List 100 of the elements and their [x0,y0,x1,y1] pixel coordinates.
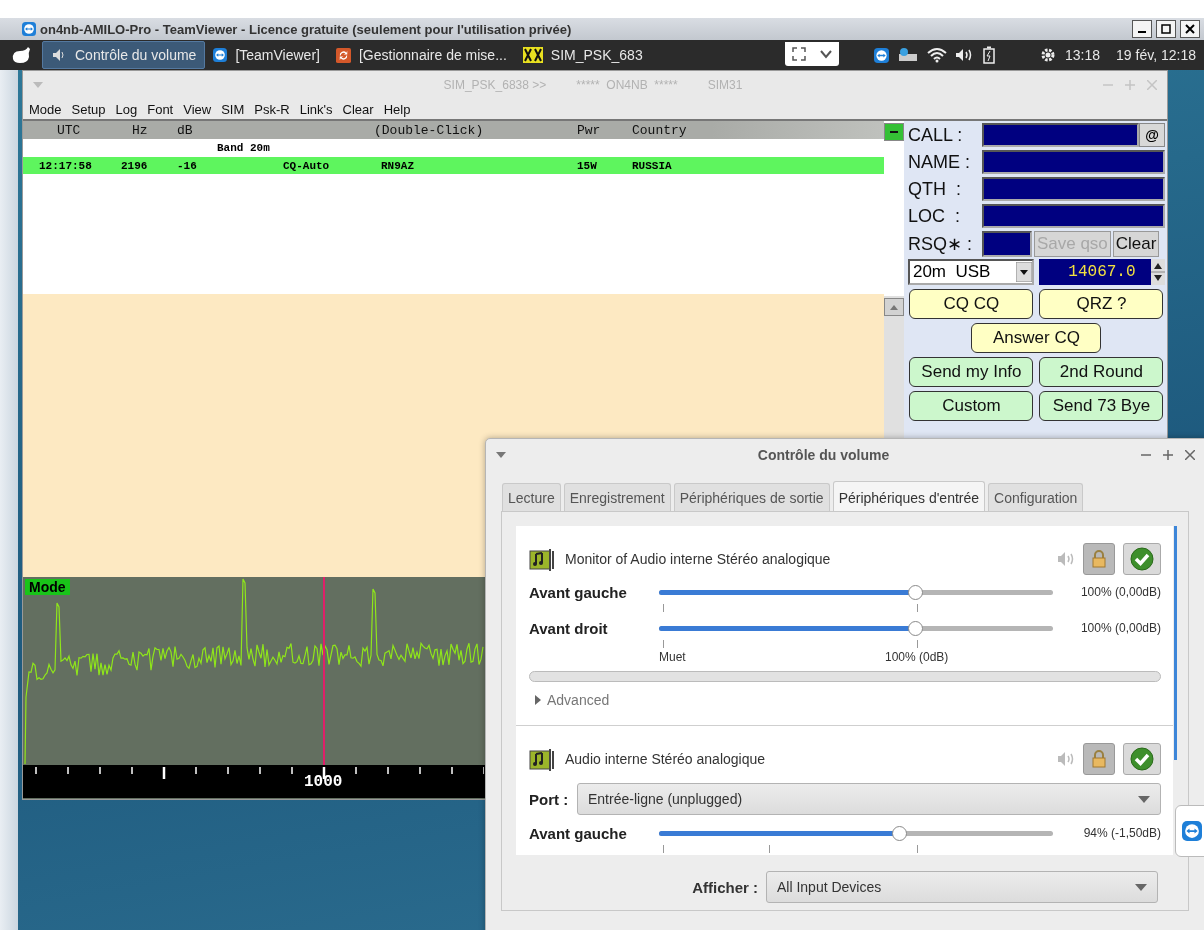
tab[interactable]: Configuration [988,483,1084,511]
minus-icon [889,131,898,133]
column-header: UTC [57,122,82,138]
maximize-button[interactable] [1156,20,1176,38]
macro-button[interactable]: 2nd Round [1039,357,1164,387]
menu-item[interactable]: Mode [29,101,62,117]
grid-icon [522,47,543,63]
mouse-icon[interactable] [10,45,32,65]
volume-slider[interactable] [659,825,1053,841]
taskbar-item[interactable]: [TeamViewer] [205,42,328,68]
channel-label: Avant gauche [529,583,628,601]
device-filter-select[interactable]: All Input Devices [766,871,1158,903]
table-cell-text: 2196 [121,159,149,172]
filter-label: Afficher : [692,878,758,896]
table-cell-text: RUSSIA [632,159,673,172]
port-select[interactable]: Entrée-ligne (unplugged) [577,783,1161,816]
padlock-icon [1092,550,1106,568]
scale-label: 1000 [304,773,343,791]
menu-item[interactable]: Help [383,101,411,117]
input-field[interactable] [981,177,1165,201]
table-row[interactable]: 12:17:58 2196 -16 CQ-Auto RN9AZ 15W RUSSIA [23,157,884,174]
close-icon[interactable] [1185,450,1195,460]
scrollbar-thumb[interactable] [1174,526,1177,760]
tab[interactable]: Périphériques d'entrée [832,481,986,511]
field-label: NAME : [907,151,971,173]
field-label: CALL : [907,124,964,146]
macro-button[interactable]: Custom [909,391,1034,421]
battery-icon[interactable] [983,46,996,64]
macro-button[interactable]: Send my Info [909,357,1034,387]
macro-button[interactable]: Send 73 Bye [1039,391,1164,421]
menu-item[interactable]: Clear [342,101,374,117]
column-header: (Double-Click) [374,122,485,138]
caret-down-icon[interactable] [496,452,506,458]
wifi-icon[interactable] [927,47,948,63]
input-field[interactable] [981,123,1139,147]
minimize-icon [1138,31,1146,33]
volume-reading: 100% (0,00dB) [1079,585,1161,599]
scale-label: Muet [659,650,686,664]
dropdown-arrow-icon [1138,795,1150,803]
dropdown-arrow-icon[interactable] [1015,262,1032,282]
speaker-icon [51,47,67,63]
taskbar-item[interactable]: SIM_PSK_683 [514,42,651,68]
volume-slider[interactable] [659,620,1053,636]
teamviewer-logo-icon [22,22,36,36]
teamviewer-icon [213,48,228,62]
tab[interactable]: Lecture [502,483,561,511]
macro-button[interactable]: QRZ ? [1039,289,1164,319]
checkmark-icon [1130,547,1154,571]
collapse-button[interactable] [883,123,904,141]
port-label: Port : [529,790,570,808]
spin-buttons-icon[interactable] [1151,259,1165,285]
expand-icon[interactable] [791,47,806,61]
close-icon [1185,24,1195,34]
table-cell-text: 15W [577,159,598,172]
menu-item[interactable]: SIM [221,101,245,117]
advanced-expander[interactable]: Advanced [529,691,1161,709]
tab[interactable]: Enregistrement [563,483,671,511]
column-header: Pwr [577,122,602,138]
frequency-field[interactable]: 14067.0 [1038,259,1165,285]
column-header: Country [632,122,688,138]
menu-item[interactable]: View [183,101,212,117]
channel-label: Avant gauche [529,824,628,842]
default-button[interactable] [1123,743,1161,776]
input-field[interactable] [981,204,1165,228]
minimize-button[interactable] [1132,20,1152,38]
teamviewer-icon [874,47,890,63]
refresh-icon [335,47,351,63]
tab[interactable]: Périphériques de sortie [673,483,830,511]
device-name: Monitor of Audio interne Stéréo analogique [565,551,832,567]
checkmark-icon [1130,747,1154,772]
teamviewer-icon [1182,821,1202,841]
volume-slider[interactable] [659,584,1053,600]
maximize-icon[interactable] [1163,450,1173,460]
band-select[interactable]: 20m USB [907,259,1034,285]
input-field[interactable] [981,150,1165,174]
volume-reading: 94% (-1,50dB) [1082,826,1161,841]
clear-button[interactable]: Clear [1112,231,1160,257]
macro-button[interactable]: Answer CQ [971,323,1102,353]
menu-item[interactable]: Log [115,101,138,117]
menu-item[interactable]: Setup [71,101,106,117]
table-cell-text: RN9AZ [381,159,415,172]
taskbar-item[interactable]: [Gestionnaire de mise... [327,42,515,68]
mode-label[interactable]: Mode [25,579,70,595]
menu-item[interactable]: Link's [299,101,333,117]
up-arrow-icon [889,304,898,310]
default-button[interactable] [1123,543,1161,575]
email-button[interactable]: @ [1139,123,1165,147]
teamviewer-tab[interactable] [1175,805,1204,857]
menu-item[interactable]: Psk-R [254,101,290,117]
padlock-icon [1092,750,1106,769]
input-field[interactable] [981,231,1032,257]
lock-button[interactable] [1083,743,1115,776]
menu-item[interactable]: Font [147,101,174,117]
network-icon[interactable] [897,47,920,63]
scroll-up-button[interactable] [883,298,904,316]
dropdown-arrow-icon [1135,883,1147,891]
close-button[interactable] [1180,20,1200,38]
macro-button[interactable]: CQ CQ [909,289,1034,319]
window-title: on4nb-AMILO-Pro - TeamViewer - Licence gratuite (seulement pour l'utilisation privée) [40,21,573,37]
taskbar-item[interactable]: Contrôle du volume [42,41,206,69]
